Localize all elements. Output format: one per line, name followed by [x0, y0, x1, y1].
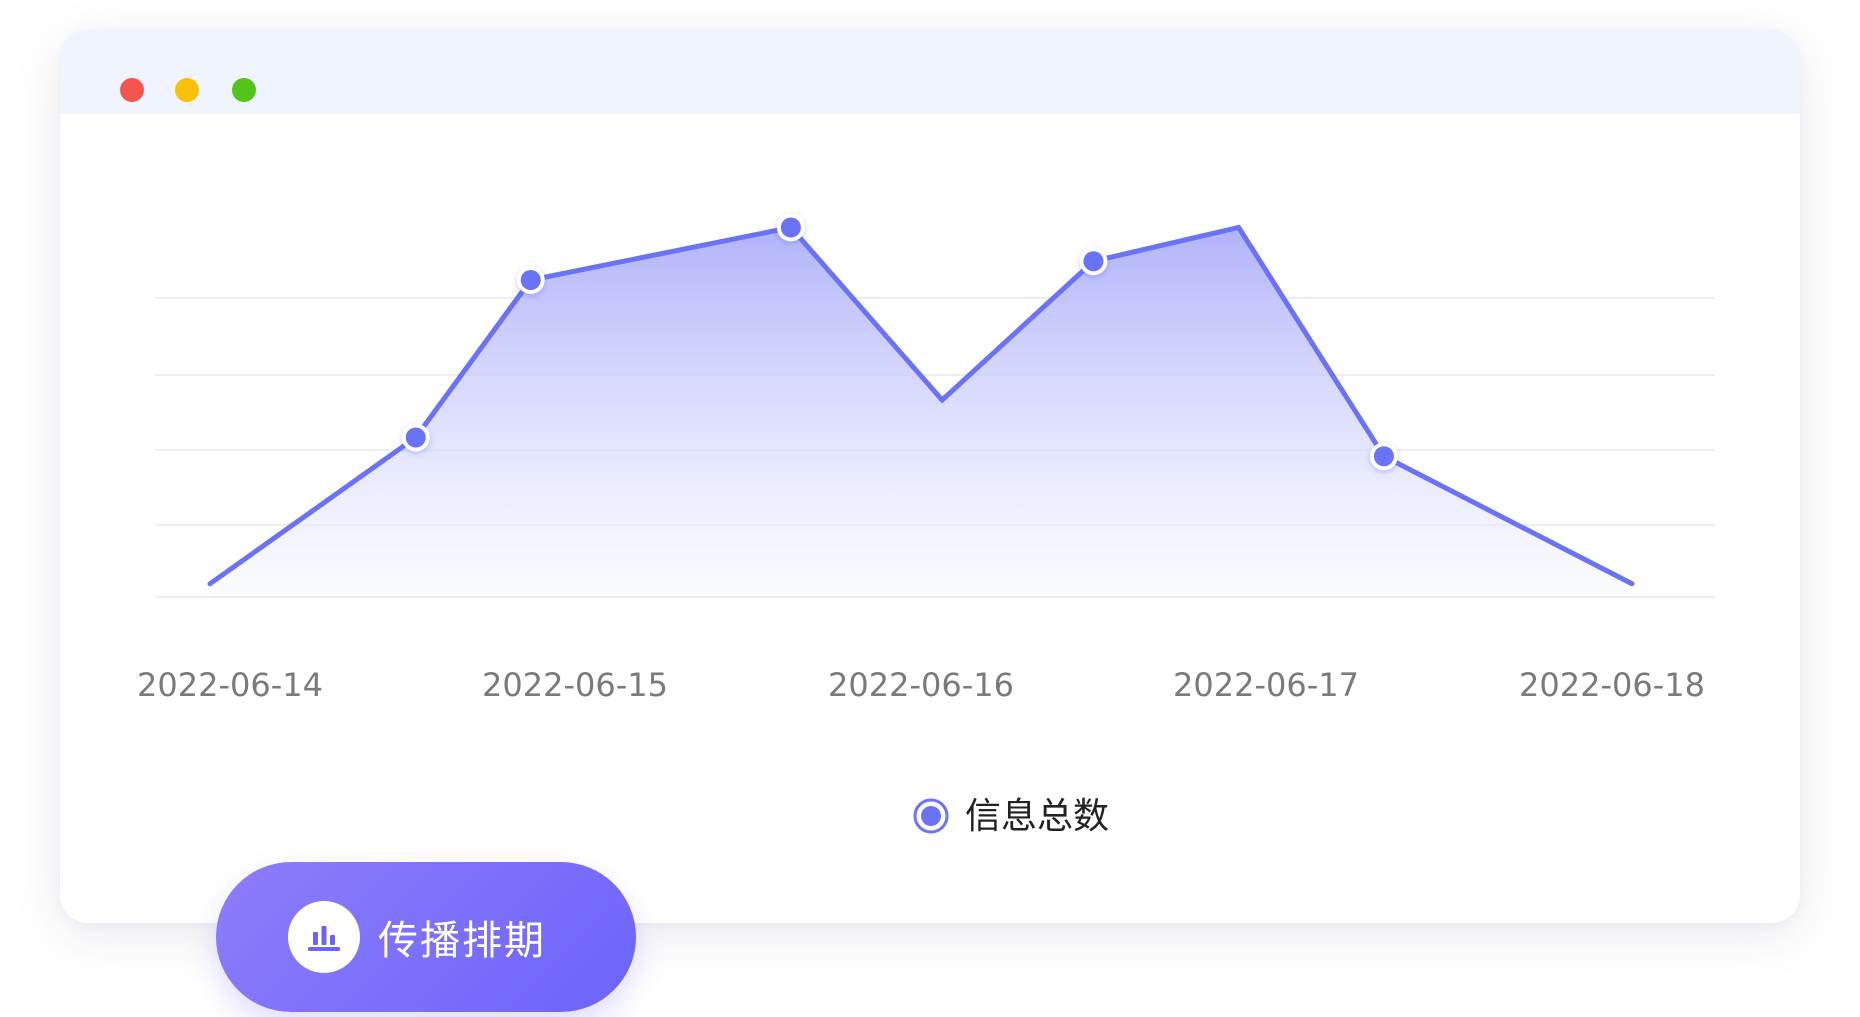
legend-label: 信息总数	[965, 796, 1109, 837]
badge-label: 传播排期	[378, 918, 546, 964]
series-area	[210, 227, 1632, 595]
x-tick-label: 2022-06-15	[482, 666, 668, 704]
data-point-dot	[1083, 251, 1104, 272]
badge-button[interactable]: 传播排期	[216, 862, 636, 1012]
browser-window: 2022-06-14 2022-06-15 2022-06-16 2022-06-17…	[60, 30, 1800, 923]
x-tick-label: 2022-06-14	[137, 666, 323, 704]
legend-marker-dot	[921, 806, 941, 826]
data-point-dot	[780, 217, 801, 238]
data-point-dot	[1373, 446, 1394, 467]
data-point-dot	[405, 427, 426, 448]
data-point-3	[776, 213, 805, 242]
data-point-2	[516, 266, 545, 294]
page: 2022-06-14 2022-06-15 2022-06-16 2022-06-17…	[0, 0, 1860, 1017]
data-point-dot	[520, 270, 541, 290]
x-axis-ticks: 2022-06-14 2022-06-15 2022-06-16 2022-06-17…	[137, 666, 1705, 704]
x-tick-label: 2022-06-18	[1519, 666, 1705, 704]
line-area-chart: 2022-06-14 2022-06-15 2022-06-16 2022-06-17…	[137, 213, 1715, 837]
bar-chart-icon	[288, 901, 360, 973]
x-tick-label: 2022-06-16	[828, 666, 1014, 704]
data-point-1	[401, 423, 430, 452]
chart-legend[interactable]: 信息总数	[913, 796, 1109, 837]
data-point-5	[1079, 247, 1108, 276]
data-point-7	[1369, 442, 1398, 471]
x-tick-label: 2022-06-17	[1173, 666, 1359, 704]
chart-area-layer	[210, 227, 1632, 595]
